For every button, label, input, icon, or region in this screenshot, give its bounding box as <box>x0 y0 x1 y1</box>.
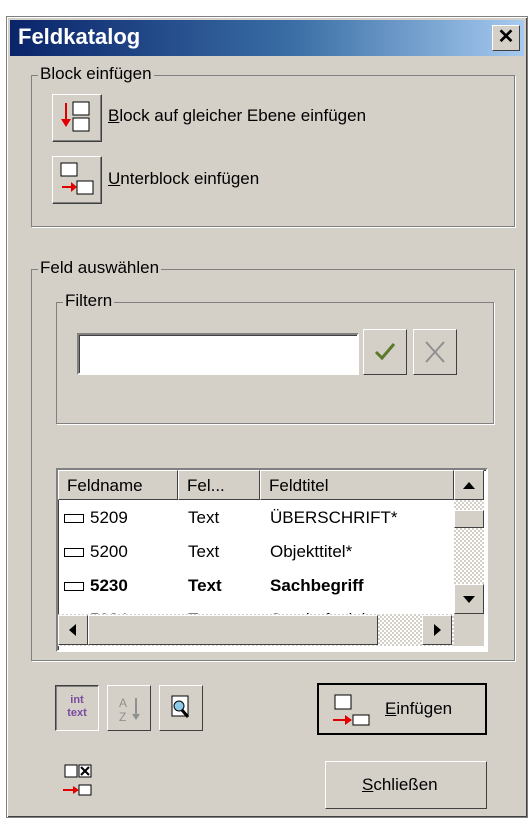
row-type-cell: Text <box>188 576 222 595</box>
int-text-icon: int text <box>67 694 87 719</box>
svg-text:Z: Z <box>119 710 126 724</box>
sort-az-icon: A Z <box>119 696 140 724</box>
insert-sub-block-button[interactable] <box>52 156 102 204</box>
arrow-up-icon <box>463 482 475 489</box>
row-name-cell: 5230 <box>64 570 128 602</box>
insert-sub-block-label: Unterblock einfügen <box>108 169 260 188</box>
table-row[interactable]: 5200 Text Objekttitel* <box>58 536 448 568</box>
arrow-right-icon <box>434 624 441 636</box>
column-header-feldtitel[interactable]: Feldtitel <box>260 470 454 500</box>
table-row[interactable]: 5230 Text Sachbegriff <box>58 570 448 602</box>
insert-field-icon <box>333 694 370 726</box>
arrow-left-icon <box>69 624 76 636</box>
scrollbar-corner <box>454 614 484 646</box>
row-title-cell: Sachbegriff <box>270 576 364 595</box>
filter-input[interactable] <box>77 333 359 375</box>
scroll-left-button[interactable] <box>58 615 88 645</box>
close-button[interactable]: Schließen <box>325 761 487 809</box>
block-insert-legend: Block einfügen <box>38 64 154 84</box>
insert-sub-block-icon <box>60 162 94 195</box>
close-window-button[interactable]: ✕ <box>492 25 520 51</box>
column-header-feldname[interactable]: Feldname <box>58 470 178 500</box>
vertical-scroll-thumb[interactable] <box>454 510 484 528</box>
field-icon <box>64 514 84 524</box>
insert-same-level-label: Block auf gleicher Ebene einfügen <box>108 106 367 125</box>
field-select-group: Feld auswählen Filtern Feldname Fel... F… <box>31 258 515 661</box>
close-button-label: Schließen <box>362 775 438 794</box>
clear-x-icon <box>425 341 445 363</box>
insert-same-level-icon <box>61 101 90 132</box>
feldkatalog-dialog: Feldkatalog ✕ Block einfügen Block auf g… <box>6 16 528 818</box>
insert-same-level-button[interactable] <box>52 94 102 142</box>
window-title: Feldkatalog <box>18 24 141 49</box>
horizontal-scrollbar[interactable] <box>58 614 454 646</box>
table-row[interactable]: 5209 Text ÜBERSCHRIFT* <box>58 502 448 534</box>
vertical-scrollbar[interactable] <box>454 470 484 614</box>
block-insert-group: Block einfügen Block auf gleicher Ebene … <box>31 64 515 227</box>
row-name-cell: 5209 <box>64 502 128 534</box>
magnifier-icon <box>171 695 190 718</box>
scroll-down-button[interactable] <box>454 584 484 614</box>
field-select-legend: Feld auswählen <box>38 258 162 278</box>
svg-text:A: A <box>119 696 127 710</box>
filter-legend: Filtern <box>63 291 115 311</box>
checkmark-icon <box>374 343 396 361</box>
row-title-cell: Objekttitel* <box>270 542 353 561</box>
clear-filter-button[interactable] <box>413 329 457 375</box>
insert-field-button[interactable]: Einfügen <box>317 683 487 735</box>
remove-block-icon <box>63 764 92 796</box>
field-icon <box>64 548 84 558</box>
arrow-down-icon <box>463 596 475 603</box>
scroll-up-button[interactable] <box>454 470 484 500</box>
row-name-cell: 5200 <box>64 536 128 568</box>
filter-group: Filtern <box>56 291 494 424</box>
field-icon <box>64 582 84 592</box>
row-title-cell: ÜBERSCHRIFT* <box>270 508 398 527</box>
apply-filter-button[interactable] <box>363 329 407 375</box>
title-bar[interactable]: Feldkatalog ✕ <box>10 20 524 56</box>
column-header-feldtyp[interactable]: Fel... <box>178 470 260 500</box>
int-text-toggle-button[interactable]: int text <box>55 685 99 731</box>
scroll-right-button[interactable] <box>422 615 452 645</box>
sort-az-button[interactable]: A Z <box>107 685 151 731</box>
search-field-button[interactable] <box>159 685 203 731</box>
close-icon: ✕ <box>497 26 515 48</box>
row-type-cell: Text <box>188 542 220 561</box>
field-list[interactable]: Feldname Fel... Feldtitel 5209 Text ÜBER… <box>56 468 488 652</box>
row-type-cell: Text <box>188 508 220 527</box>
horizontal-scroll-thumb[interactable] <box>88 615 378 645</box>
insert-field-label: Einfügen <box>385 699 453 718</box>
